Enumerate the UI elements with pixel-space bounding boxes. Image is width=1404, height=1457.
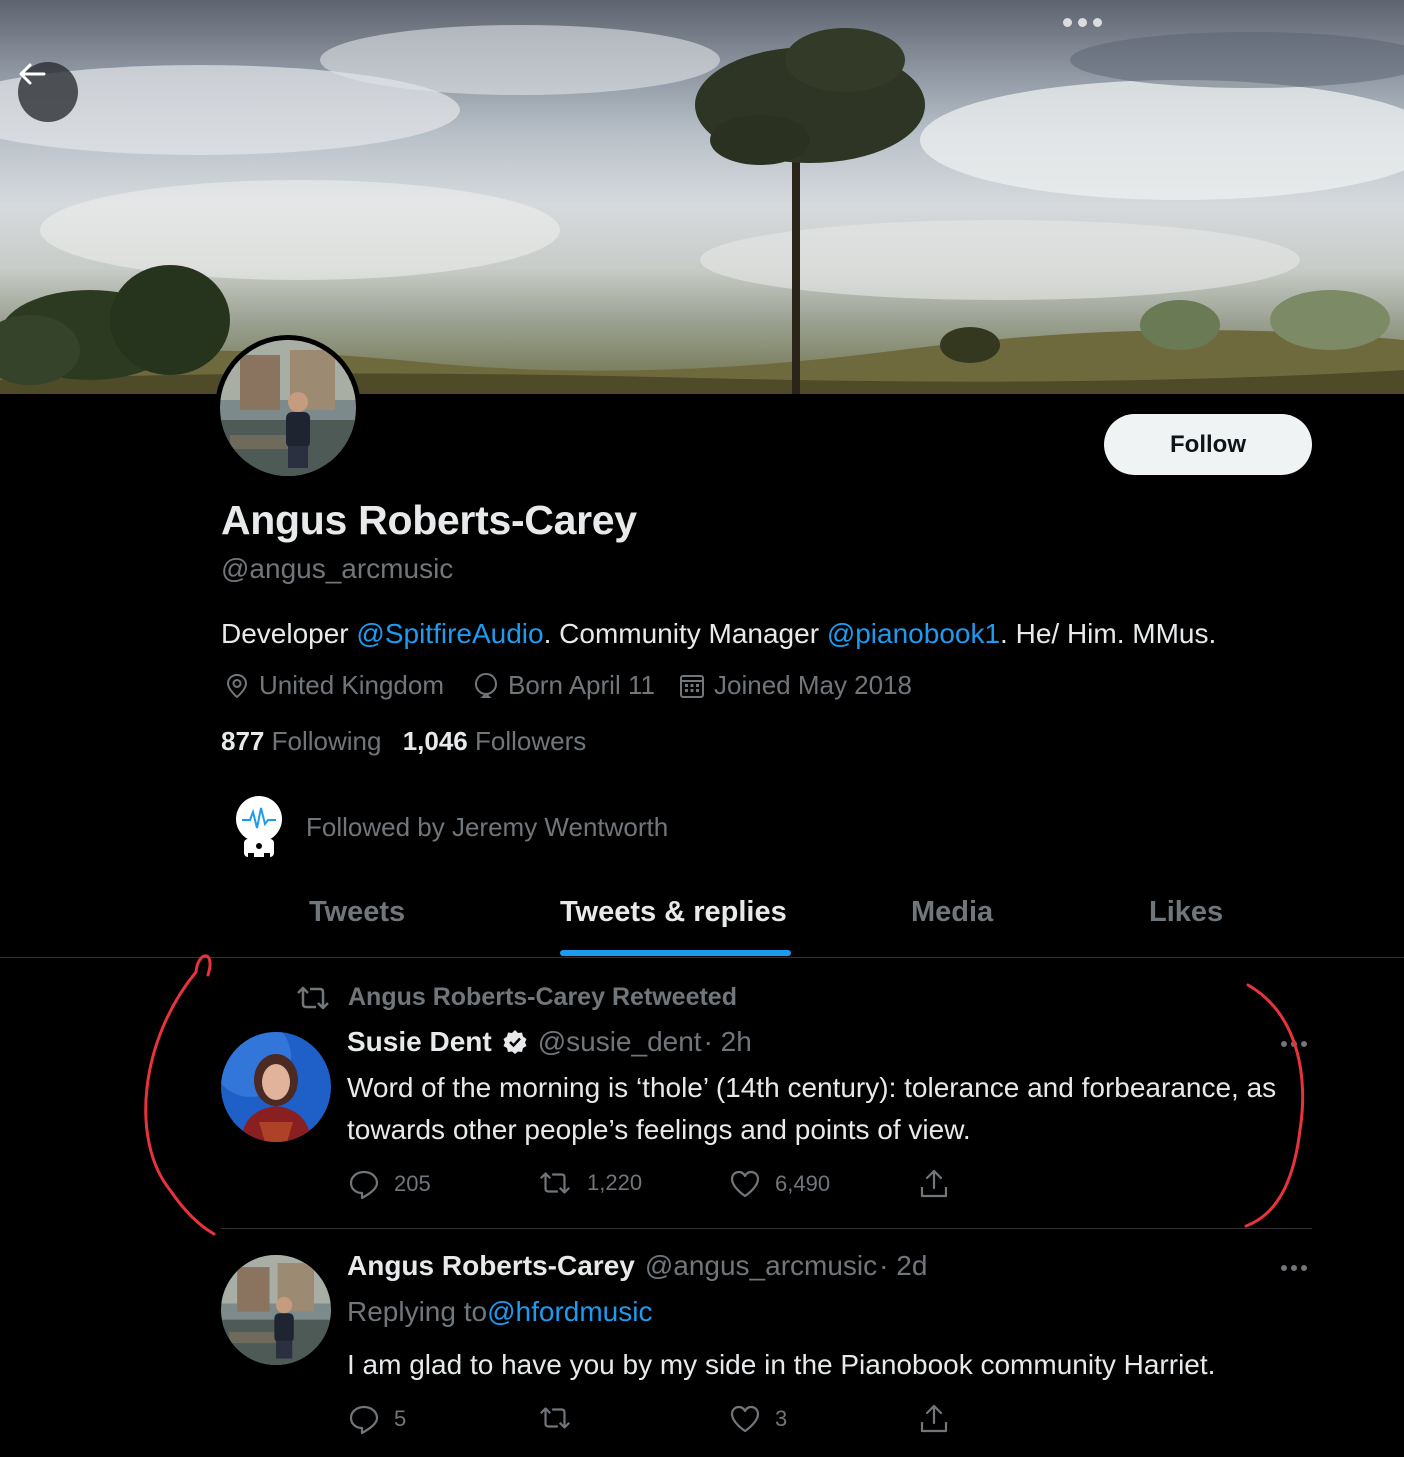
tab-likes[interactable]: Likes [1149, 880, 1223, 958]
reply-count: 205 [394, 1171, 431, 1196]
tweet-author-avatar[interactable] [221, 1255, 331, 1365]
tweet-divider [221, 1228, 1312, 1229]
tab-media[interactable]: Media [911, 880, 993, 958]
reply-icon [349, 1405, 379, 1435]
location-text: United Kingdom [259, 670, 444, 700]
bio-text-suffix: . He/ Him. MMus. [1000, 618, 1217, 649]
followed-by-text: Followed by Jeremy Wentworth [306, 811, 669, 842]
tweet-author-avatar[interactable] [221, 1032, 331, 1142]
bio-mention-spitfireaudio[interactable]: @SpitfireAudio [356, 618, 543, 649]
heart-icon [730, 1170, 760, 1198]
replying-to-mention[interactable]: @hfordmusic [487, 1296, 652, 1328]
joined-text: Joined May 2018 [714, 670, 913, 700]
share-icon [920, 1169, 948, 1198]
active-tab-indicator [560, 950, 791, 956]
profile-handle: @angus_arcmusic [221, 553, 454, 584]
reply-button[interactable]: 5 [348, 1403, 406, 1435]
arrow-left-icon [19, 63, 46, 85]
profile-stats: 877 Following 1,046 Followers [221, 726, 600, 757]
banner-landscape-image [0, 25, 1404, 394]
birthday-text: Born April 11 [508, 670, 655, 700]
like-count: 3 [775, 1406, 788, 1431]
following-link[interactable]: 877 Following [221, 726, 381, 756]
profile-tabs: Tweets Tweets & replies Media Likes [221, 880, 1311, 958]
followers-link[interactable]: 1,046 Followers [403, 726, 587, 756]
profile-joined: Joined May 2018 [678, 670, 912, 701]
verified-badge-icon [503, 1030, 527, 1054]
like-count: 6,490 [775, 1171, 831, 1196]
tabs-divider [0, 957, 1404, 958]
tweet-author-handle[interactable]: @susie_dent [538, 1026, 702, 1058]
tweet-timestamp[interactable]: · 2h [704, 1026, 752, 1058]
profile-display-name: Angus Roberts-Carey [221, 497, 637, 543]
tab-tweets-and-replies[interactable]: Tweets & replies [560, 880, 787, 958]
following-count: 877 [221, 726, 265, 756]
calendar-icon [680, 674, 704, 698]
retweet-icon [297, 986, 329, 1009]
followers-label: Followers [475, 726, 587, 756]
retweet-button[interactable] [537, 1403, 587, 1433]
replying-to: Replying to @hfordmusic [347, 1296, 652, 1328]
profile-bio: Developer @SpitfireAudio. Community Mana… [221, 618, 1216, 650]
back-button[interactable] [18, 62, 78, 122]
avatar-photo [220, 340, 356, 476]
tweet-header: Susie Dent @susie_dent · 2h [347, 1026, 752, 1058]
retweet-button[interactable]: 1,220 [537, 1168, 642, 1198]
tweet-header: Angus Roberts-Carey @angus_arcmusic · 2d [347, 1250, 927, 1282]
location-pin-icon [226, 673, 248, 698]
followers-count: 1,046 [402, 726, 468, 756]
annotation-left-bracket [144, 954, 216, 1236]
following-label: Following [271, 726, 382, 756]
bio-mention-pianobook1[interactable]: @pianobook1 [827, 618, 1000, 649]
follower-avatar-icon [236, 796, 282, 859]
followed-by-row[interactable]: Followed by Jeremy Wentworth [230, 795, 668, 859]
bio-text-middle: . Community Manager [543, 618, 827, 649]
retweet-icon [540, 1407, 570, 1429]
retweet-context-text: Angus Roberts-Carey Retweeted [348, 983, 737, 1011]
reply-button[interactable]: 205 [348, 1168, 431, 1200]
tweet-author-handle[interactable]: @angus_arcmusic [645, 1250, 877, 1282]
profile-banner[interactable] [0, 0, 1404, 394]
heart-icon [730, 1405, 760, 1433]
like-button[interactable]: 6,490 [729, 1168, 830, 1200]
tab-tweets[interactable]: Tweets [309, 880, 405, 958]
avatar-photo [221, 1032, 331, 1142]
tweet-text: Word of the morning is ‘thole’ (14th cen… [347, 1072, 1277, 1145]
reply-icon [349, 1170, 379, 1200]
profile-avatar[interactable] [215, 335, 361, 481]
share-button[interactable] [918, 1403, 950, 1435]
profile-birthday: Born April 11 [472, 670, 655, 701]
banner-more-icon [1063, 14, 1107, 30]
bio-text-prefix: Developer [221, 618, 357, 649]
profile-location: United Kingdom [223, 670, 444, 701]
balloon-icon [474, 672, 498, 698]
replying-to-prefix: Replying to [347, 1296, 488, 1327]
tweet-text: I am glad to have you by my side in the … [347, 1349, 1216, 1380]
tweet-more-icon[interactable] [1281, 1262, 1311, 1274]
retweet-icon [540, 1172, 570, 1194]
tweet-timestamp[interactable]: · 2d [879, 1250, 927, 1282]
retweet-count: 1,220 [587, 1170, 643, 1195]
follow-button[interactable]: Follow [1104, 414, 1312, 475]
share-icon [920, 1404, 948, 1433]
tweet-more-icon[interactable] [1281, 1038, 1311, 1050]
tweet-author-name[interactable]: Angus Roberts-Carey [347, 1250, 635, 1282]
share-button[interactable] [918, 1168, 950, 1200]
avatar-photo [221, 1255, 331, 1365]
retweet-context: Angus Roberts-Carey Retweeted [294, 983, 737, 1012]
reply-count: 5 [394, 1406, 407, 1431]
tweet-author-name[interactable]: Susie Dent [347, 1026, 492, 1058]
like-button[interactable]: 3 [729, 1403, 787, 1435]
